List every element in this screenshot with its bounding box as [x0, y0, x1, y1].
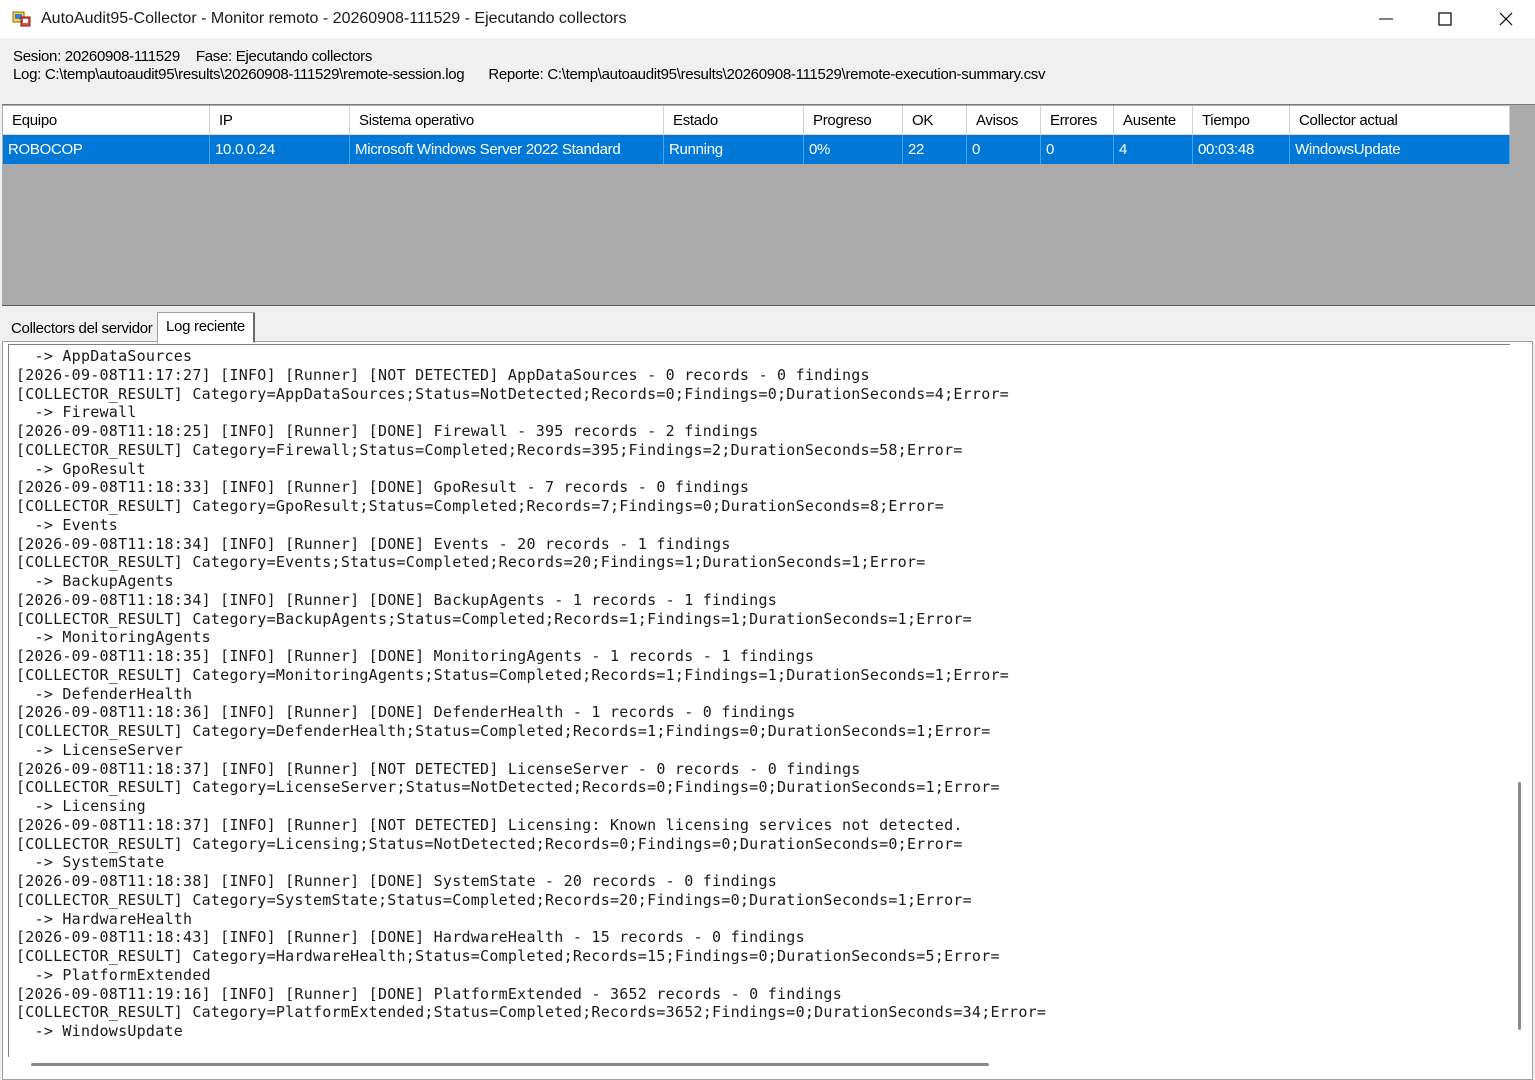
log-line: [COLLECTOR_RESULT] Category=HardwareHeal… — [16, 947, 1000, 965]
log-line: [COLLECTOR_RESULT] Category=MonitoringAg… — [16, 665, 1010, 684]
cell-errores[interactable]: 0 — [1041, 135, 1114, 164]
log-line: [COLLECTOR_RESULT] Category=LicenseServe… — [16, 778, 1000, 797]
log-line: [COLLECTOR_RESULT] Category=PlatformExte… — [16, 1003, 1047, 1022]
log-line: -> SystemState — [16, 853, 165, 872]
column-header-ausente[interactable]: Ausente — [1114, 106, 1193, 135]
tab-strip: Collectors del servidor Log reciente — [0, 312, 1535, 343]
log-line: [COLLECTOR_RESULT] Category=SystemState;… — [16, 890, 972, 909]
cell-sistema-operativo[interactable]: Microsoft Windows Server 2022 Standard — [350, 135, 664, 164]
column-header-estado[interactable]: Estado — [664, 106, 804, 135]
maximize-button[interactable] — [1415, 0, 1475, 38]
log-line: [2026-09-08T11:18:37] [INFO] [Runner] [N… — [16, 815, 963, 834]
cell-collector-actual[interactable]: WindowsUpdate — [1290, 135, 1510, 164]
log-line: -> PlatformExtended — [16, 965, 211, 984]
tab-collectors-del-servidor[interactable]: Collectors del servidor — [2, 316, 156, 342]
log-line: [2026-09-08T11:18:37] [INFO] [Runner] [N… — [16, 759, 861, 778]
log-line: [2026-09-08T11:18:38] [INFO] [Runner] [D… — [16, 872, 778, 890]
cell-ip[interactable]: 10.0.0.24 — [210, 135, 350, 164]
grid-header: Equipo IP Sistema operativo Estado Progr… — [3, 106, 1510, 135]
session-info-line: Sesion: 20260908-111529 Fase: Ejecutando … — [13, 48, 372, 65]
log-line: -> Firewall — [16, 403, 137, 422]
log-line: -> GpoResult — [16, 459, 146, 478]
phase-label: Fase: Ejecutando collectors — [195, 48, 373, 65]
log-textbox[interactable]: -> AppDataSources [2026-09-08T11:17:27] … — [8, 344, 1510, 1057]
log-line: [COLLECTOR_RESULT] Category=Firewall;Sta… — [16, 440, 963, 459]
minimize-icon — [1379, 18, 1393, 20]
log-line: [COLLECTOR_RESULT] Category=Licensing;St… — [16, 834, 963, 853]
log-line: [2026-09-08T11:18:33] [INFO] [Runner] [D… — [16, 478, 750, 497]
log-line: [2026-09-08T11:18:35] [INFO] [Runner] [D… — [16, 647, 815, 665]
log-line: -> MonitoringAgents — [16, 628, 211, 647]
close-button[interactable] — [1476, 0, 1535, 38]
log-path-label: Log: C:\temp\autoaudit95\results\2026090… — [13, 66, 465, 83]
title-bar[interactable]: AutoAudit95-Collector - Monitor remoto -… — [0, 0, 1535, 38]
report-path-label: Reporte: C:\temp\autoaudit95\results\202… — [488, 66, 1046, 83]
column-header-tiempo[interactable]: Tiempo — [1193, 106, 1290, 135]
column-header-ip[interactable]: IP — [210, 106, 350, 135]
log-line: [2026-09-08T11:18:43] [INFO] [Runner] [D… — [16, 928, 805, 947]
log-line: [2026-09-08T11:18:34] [INFO] [Runner] [D… — [16, 590, 778, 609]
servers-grid[interactable]: Equipo IP Sistema operativo Estado Progr… — [2, 104, 1535, 306]
log-line: [2026-09-08T11:18:34] [INFO] [Runner] [D… — [16, 534, 731, 553]
column-header-equipo[interactable]: Equipo — [3, 106, 210, 135]
log-line: -> AppDataSources — [16, 347, 193, 365]
log-line: [2026-09-08T11:19:16] [INFO] [Runner] [D… — [16, 984, 842, 1003]
horizontal-scrollbar[interactable] — [31, 1063, 989, 1066]
paths-info-line: Log: C:\temp\autoaudit95\results\2026090… — [13, 66, 1045, 83]
log-line: -> BackupAgents — [16, 572, 174, 590]
log-line: [2026-09-08T11:17:27] [INFO] [Runner] [N… — [16, 365, 870, 384]
tab-edge — [253, 313, 255, 342]
log-line: -> DefenderHealth — [16, 684, 193, 703]
log-line: -> Licensing — [16, 797, 146, 815]
log-line: [2026-09-08T11:18:36] [INFO] [Runner] [D… — [16, 703, 796, 722]
minimize-button[interactable] — [1356, 0, 1416, 38]
cell-avisos[interactable]: 0 — [967, 135, 1041, 164]
column-header-ok[interactable]: OK — [903, 106, 967, 135]
column-header-collector-actual[interactable]: Collector actual — [1290, 106, 1510, 135]
window-title: AutoAudit95-Collector - Monitor remoto -… — [41, 10, 627, 27]
tab-log-reciente[interactable]: Log reciente — [157, 312, 255, 343]
cell-ok[interactable]: 22 — [903, 135, 967, 164]
log-line: [COLLECTOR_RESULT] Category=GpoResult;St… — [16, 497, 945, 515]
close-icon — [1499, 12, 1513, 26]
table-row[interactable]: ROBOCOP 10.0.0.24 Microsoft Windows Serv… — [3, 135, 1510, 164]
column-header-avisos[interactable]: Avisos — [967, 106, 1041, 135]
vertical-scrollbar[interactable] — [1518, 782, 1521, 1030]
app-icon — [12, 11, 31, 27]
log-line: [2026-09-08T11:18:25] [INFO] [Runner] [D… — [16, 422, 759, 440]
column-header-progreso[interactable]: Progreso — [804, 106, 903, 135]
column-header-sistema-operativo[interactable]: Sistema operativo — [350, 106, 664, 135]
log-line: -> LicenseServer — [16, 740, 184, 759]
log-line: [COLLECTOR_RESULT] Category=AppDataSourc… — [16, 384, 1010, 403]
log-line: [COLLECTOR_RESULT] Category=DefenderHeal… — [16, 722, 991, 740]
maximize-icon — [1438, 12, 1452, 26]
log-lines: -> AppDataSources [2026-09-08T11:17:27] … — [16, 347, 1046, 1041]
cell-estado[interactable]: Running — [664, 135, 804, 164]
cell-progreso[interactable]: 0% — [804, 135, 903, 164]
log-line: -> Events — [16, 515, 119, 534]
session-label: Sesion: 20260908-111529 — [13, 48, 180, 65]
log-line: -> HardwareHealth — [16, 909, 193, 928]
cell-tiempo[interactable]: 00:03:48 — [1193, 135, 1290, 164]
log-line: [COLLECTOR_RESULT] Category=Events;Statu… — [16, 553, 926, 572]
log-line: -> WindowsUpdate — [16, 1022, 184, 1040]
cell-equipo[interactable]: ROBOCOP — [3, 135, 210, 164]
log-tab-panel: -> AppDataSources [2026-09-08T11:17:27] … — [2, 341, 1533, 1080]
log-line: [COLLECTOR_RESULT] Category=BackupAgents… — [16, 609, 972, 628]
column-header-errores[interactable]: Errores — [1041, 106, 1114, 135]
cell-ausente[interactable]: 4 — [1114, 135, 1193, 164]
session-info-panel: Sesion: 20260908-111529 Fase: Ejecutando … — [0, 38, 1535, 102]
